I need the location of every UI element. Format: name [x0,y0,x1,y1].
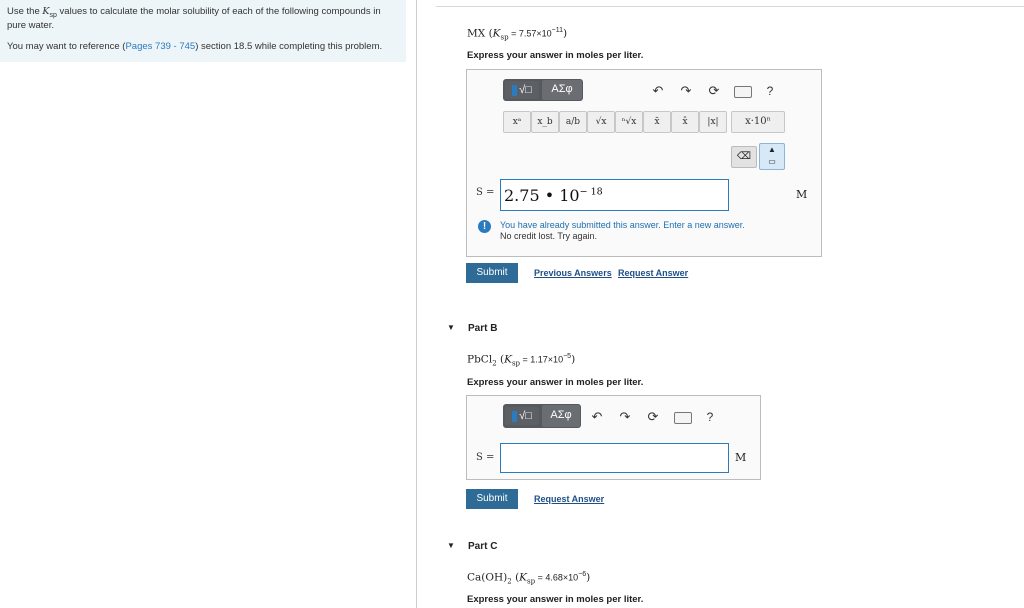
partA-keyboard-icon[interactable] [734,86,752,98]
partB-answer-input[interactable] [500,443,729,473]
partB-collapse-icon[interactable]: ▼ [447,323,455,332]
partB-undo-icon[interactable]: ↶ [589,409,605,425]
partB-redo-icon[interactable]: ↷ [617,409,633,425]
partA-undo-icon[interactable]: ↶ [650,83,666,99]
cursor-block-icon [512,410,518,422]
partA-answer-input[interactable]: 2.75 • 10− 18 [500,179,729,211]
partA-greek-button[interactable]: ΑΣφ [542,80,582,100]
partA-answer-value: 2.75 • 10− 18 [504,186,603,205]
instructions-text-line2: pure water. [7,20,54,31]
partA-previous-answers-link[interactable]: Previous Answers [534,268,612,278]
partA-feedback-sub: No credit lost. Try again. [500,231,598,241]
partB-question: PbCl2 (Ksp = 1.17×10−5) [467,353,576,368]
partA-abs-button[interactable]: |x| [699,111,727,133]
panel-divider [416,0,417,608]
header-divider [436,6,1024,7]
partA-scinotation-button[interactable]: x·10ⁿ [731,111,785,133]
partB-help-icon[interactable]: ? [702,409,718,425]
partA-nthroot-button[interactable]: ⁿ√x [615,111,643,133]
info-icon: ! [478,220,491,233]
partC-title[interactable]: Part C [468,541,497,552]
partA-fraction-button[interactable]: a/b [559,111,587,133]
partA-backspace-icon[interactable]: ⌫ [731,146,757,168]
partA-submit-button[interactable]: Submit [466,263,518,283]
partA-subscript-button[interactable]: x_b [531,111,559,133]
partC-question: Ca(OH)2 (Ksp = 4.68×10−6) [467,571,591,586]
partA-question: MX (Ksp = 7.57×10−11) [467,27,568,42]
partA-vector-button[interactable]: x̄ [643,111,671,133]
partA-superscript-button[interactable]: xᵃ [503,111,531,133]
partB-request-answer-link[interactable]: Request Answer [534,494,604,504]
partA-variable-label: S = [476,187,495,198]
instructions-text: Use the Ksp values to calculate the mola… [7,6,381,19]
partB-templates-button[interactable]: √□ [505,407,539,425]
partC-collapse-icon[interactable]: ▼ [447,541,455,550]
partA-reset-icon[interactable]: ⟳ [706,83,722,99]
partB-submit-button[interactable]: Submit [466,489,518,509]
partB-prompt: Express your answer in moles per liter. [467,377,644,388]
partA-sqrt-button[interactable]: √x [587,111,615,133]
partA-templates-button[interactable]: √□ [505,81,539,99]
partB-title[interactable]: Part B [468,323,497,334]
partA-feedback: You have already submitted this answer. … [500,220,745,230]
partB-variable-label: S = [476,452,495,463]
partB-unit-label: M [735,451,747,464]
partB-reset-icon[interactable]: ⟳ [645,409,661,425]
partB-greek-button[interactable]: ΑΣφ [542,405,580,427]
reference-text: You may want to reference (Pages 739 - 7… [7,41,383,52]
partB-keyboard-icon[interactable] [674,412,692,424]
partA-help-icon[interactable]: ? [762,83,778,99]
instructions-panel: Use the Ksp values to calculate the mola… [0,0,406,62]
partA-unit-label: M [796,188,808,201]
cursor-block-icon [512,84,518,96]
partA-redo-icon[interactable]: ↷ [678,83,694,99]
reference-link[interactable]: Pages 739 - 745 [125,41,195,52]
partA-keyboard-toggle-icon[interactable]: ▲ ▭ [759,143,785,170]
partA-unitvector-button[interactable]: x̂ [671,111,699,133]
partA-request-answer-link[interactable]: Request Answer [618,268,688,278]
partC-prompt: Express your answer in moles per liter. [467,594,644,605]
partA-prompt: Express your answer in moles per liter. [467,50,644,61]
